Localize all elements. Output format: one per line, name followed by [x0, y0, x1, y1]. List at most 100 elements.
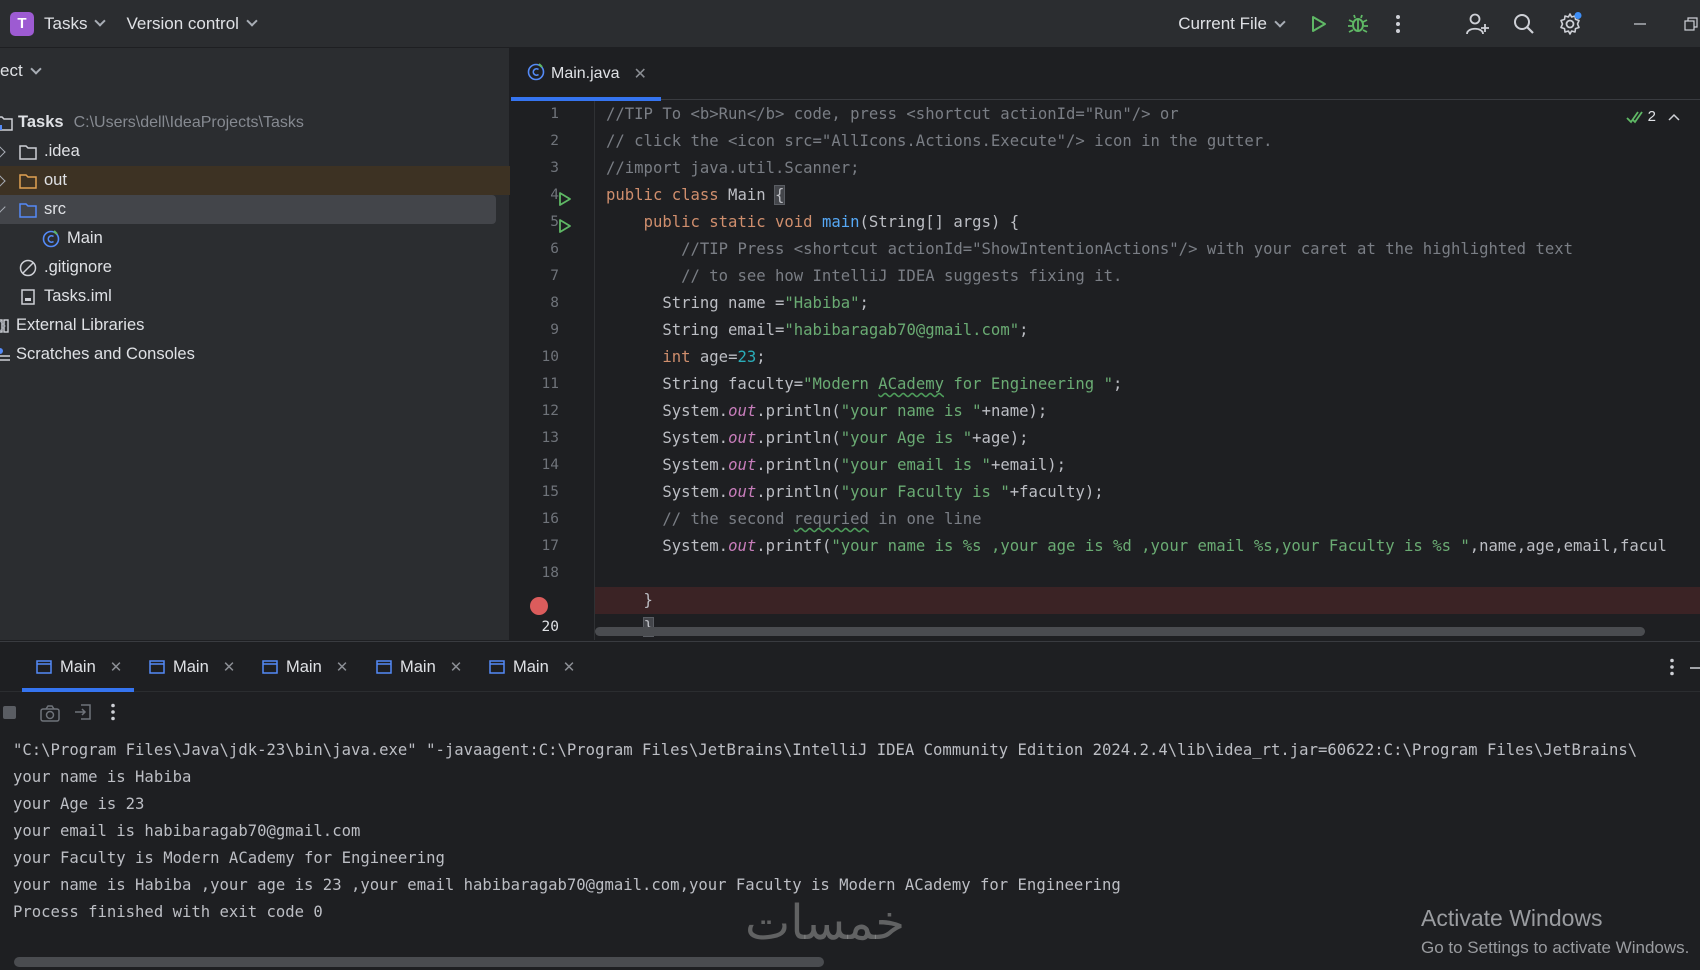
bug-icon: [1348, 14, 1368, 33]
run-tab-main[interactable]: Main ✕: [262, 642, 348, 692]
tree-item-label: .idea: [44, 142, 80, 160]
code-line: // click the <icon src="AllIcons.Actions…: [606, 132, 1273, 150]
line-number: 17: [541, 538, 559, 554]
code-line: String faculty="Modern ACademy for Engin…: [606, 375, 1123, 393]
run-tab-main[interactable]: Main ✕: [149, 642, 235, 692]
project-panel-header[interactable]: ect: [0, 48, 509, 94]
line-number: 10: [541, 349, 559, 365]
run-class-gutter-icon[interactable]: [557, 191, 573, 207]
close-icon[interactable]: ✕: [563, 658, 576, 676]
tree-item-label: src: [44, 200, 66, 218]
line-number: 4: [550, 187, 559, 203]
tree-item-main[interactable]: Main: [0, 224, 510, 253]
code-with-me-button[interactable]: [1458, 4, 1498, 44]
console-icon: [36, 660, 52, 674]
search-button[interactable]: [1504, 4, 1544, 44]
tree-item-scratches[interactable]: Scratches and Consoles: [0, 340, 510, 369]
tree-item-out[interactable]: out: [0, 166, 510, 195]
run-main-gutter-icon[interactable]: [557, 218, 573, 234]
minimize-button[interactable]: [1620, 4, 1660, 44]
debug-button[interactable]: [1338, 4, 1378, 44]
vcs-menu[interactable]: Version control: [126, 14, 258, 34]
console-horizontal-scrollbar[interactable]: [14, 957, 824, 967]
camera-icon[interactable]: [40, 704, 60, 722]
close-icon[interactable]: ✕: [633, 64, 646, 84]
ignore-file-icon: [18, 258, 38, 278]
watermark-logo: خمسات: [745, 895, 906, 951]
console-line: your name is Habiba: [13, 768, 192, 786]
minimize-panel-icon[interactable]: [1690, 666, 1700, 670]
settings-button[interactable]: [1550, 4, 1590, 44]
restore-icon: [1684, 17, 1698, 31]
console-line: your Faculty is Modern ACademy for Engin…: [13, 849, 445, 867]
tree-root-path: C:\Users\dell\IdeaProjects\Tasks: [73, 113, 304, 131]
console-icon: [149, 660, 165, 674]
editor-tab-main-java[interactable]: Main.java ✕: [511, 48, 661, 101]
line-number: 8: [550, 295, 559, 311]
tree-item-src[interactable]: src: [0, 195, 496, 224]
code-editor: Main.java ✕ 2 1 2 3 4 5 6 7 8 9 10 11 12…: [511, 48, 1700, 640]
tree-item-label: Main: [67, 229, 103, 247]
code-line: String email="habibaragab70@gmail.com";: [606, 321, 1029, 339]
run-tab-main[interactable]: Main ✕: [36, 642, 122, 692]
stop-icon[interactable]: [2, 704, 18, 720]
console-line: your name is Habiba ,your age is 23 ,you…: [13, 876, 1121, 894]
search-icon: [1514, 14, 1534, 34]
add-user-icon: [1466, 13, 1489, 35]
tree-root-tasks[interactable]: Tasks C:\Users\dell\IdeaProjects\Tasks: [0, 108, 510, 137]
run-tab-main[interactable]: Main ✕: [489, 642, 575, 692]
close-icon[interactable]: ✕: [450, 658, 463, 676]
project-badge[interactable]: T: [10, 11, 34, 36]
title-bar: T Tasks Version control Current File: [0, 0, 1700, 48]
gear-icon: [1560, 12, 1582, 35]
run-tab-label: Main: [513, 657, 549, 676]
run-tab-label: Main: [60, 657, 96, 676]
code-line: System.out.println("your name is "+name)…: [606, 402, 1048, 420]
code-line: }: [606, 591, 653, 609]
line-number: 1: [550, 106, 559, 122]
console-icon: [262, 660, 278, 674]
line-number-gutter[interactable]: 1 2 3 4 5 6 7 8 9 10 11 12 13 14 15 16 1…: [511, 101, 593, 640]
module-file-icon: [18, 287, 38, 307]
console-line: your email is habibaragab70@gmail.com: [13, 822, 361, 840]
tree-item-gitignore[interactable]: .gitignore: [0, 253, 510, 282]
minimize-icon: [1634, 23, 1646, 25]
activation-title: Activate Windows: [1421, 905, 1603, 931]
run-tab-main[interactable]: Main ✕: [376, 642, 462, 692]
close-icon[interactable]: ✕: [336, 658, 349, 676]
tree-item-idea[interactable]: .idea: [0, 137, 510, 166]
tree-item-iml[interactable]: Tasks.iml: [0, 282, 510, 311]
line-number: 13: [541, 430, 559, 446]
breakpoint-icon[interactable]: [530, 597, 548, 615]
tree-item-label: Tasks.iml: [44, 287, 112, 305]
run-config-selector[interactable]: Current File: [1178, 14, 1286, 34]
line-number: 18: [541, 565, 559, 581]
more-vertical-icon[interactable]: [1669, 658, 1675, 676]
restore-button[interactable]: [1660, 4, 1700, 44]
line-number: 15: [541, 484, 559, 500]
close-icon[interactable]: ✕: [223, 658, 236, 676]
line-number: 20: [541, 619, 559, 635]
close-icon[interactable]: ✕: [110, 658, 123, 676]
editor-tab-bar: Main.java ✕: [511, 48, 1700, 101]
folder-icon: [18, 142, 38, 162]
activation-subtitle: Go to Settings to activate Windows.: [1421, 938, 1690, 957]
code-line: //TIP Press <shortcut actionId="ShowInte…: [681, 240, 1573, 258]
tree-item-external-libraries[interactable]: External Libraries: [0, 311, 510, 340]
console-line: "C:\Program Files\Java\jdk-23\bin\java.e…: [13, 741, 1638, 759]
chevron-down-icon: [246, 15, 258, 27]
more-vertical-icon[interactable]: [110, 703, 116, 721]
code-line: System.out.println("your Faculty is "+fa…: [606, 483, 1104, 501]
code-area[interactable]: //TIP To <b>Run</b> code, press <shortcu…: [594, 101, 1700, 640]
line-number: 12: [541, 403, 559, 419]
more-actions-button[interactable]: [1378, 4, 1418, 44]
run-config-label: Current File: [1178, 14, 1267, 33]
run-button[interactable]: [1298, 4, 1338, 44]
exit-icon[interactable]: [74, 703, 92, 721]
code-line: //TIP To <b>Run</b> code, press <shortcu…: [606, 105, 1179, 123]
project-menu[interactable]: Tasks: [44, 14, 107, 34]
horizontal-scrollbar[interactable]: [595, 627, 1645, 636]
code-line: String name ="Habiba";: [606, 294, 869, 312]
code-line: public static void main(String[] args) {: [643, 213, 1020, 231]
tree-item-label: Scratches and Consoles: [16, 345, 195, 363]
